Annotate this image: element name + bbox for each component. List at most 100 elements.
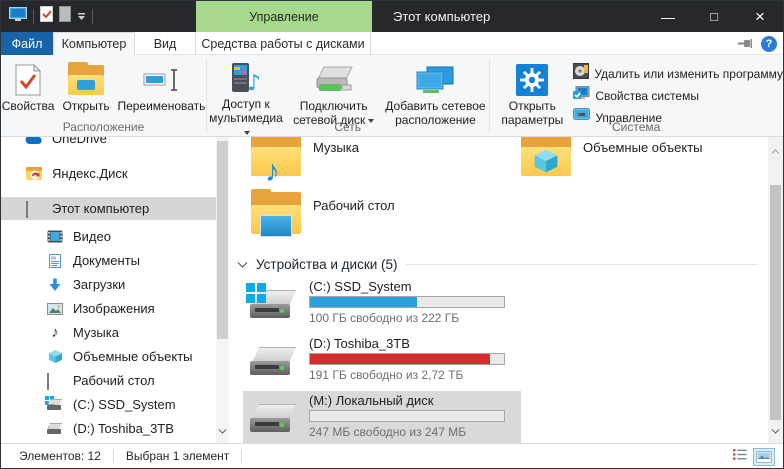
main-scrollbar[interactable] xyxy=(768,137,783,443)
chevron-down-icon[interactable] xyxy=(237,255,248,273)
group-label-location: Расположение xyxy=(1,120,206,134)
sidebar-item-desktop[interactable]: Рабочий стол xyxy=(1,369,229,392)
window-title: Этот компьютер xyxy=(393,1,490,32)
properties-icon xyxy=(15,62,41,98)
folder-icon xyxy=(521,137,571,176)
status-bar: Элементов: 12 Выбран 1 элемент xyxy=(1,443,783,468)
pictures-icon xyxy=(46,303,64,315)
capacity-bar xyxy=(309,296,505,308)
scrollbar-thumb[interactable] xyxy=(217,141,228,339)
blank-document-icon[interactable] xyxy=(59,6,71,27)
yandex-disk-icon xyxy=(25,167,43,180)
uninstall-program-icon xyxy=(573,63,589,84)
capacity-bar xyxy=(309,353,505,365)
chevron-down-icon[interactable] xyxy=(771,421,780,439)
tab-file[interactable]: Файл xyxy=(1,32,53,55)
desktop-icon xyxy=(46,374,64,387)
sidebar-item-drive-d[interactable]: (D:) Toshiba_3TB xyxy=(1,417,229,440)
ribbon-group-location: Свойства Открыть Переименовать Расп xyxy=(1,55,206,136)
details-view-icon[interactable] xyxy=(733,448,747,466)
folder-tile-desktop[interactable]: Рабочий стол xyxy=(251,192,513,234)
maximize-button[interactable]: □ xyxy=(691,1,737,32)
drive-tile-m[interactable]: (M:) Локальный диск 247 МБ свободно из 2… xyxy=(243,391,521,443)
titlebar: Управление Этот компьютер — □ × xyxy=(1,1,783,32)
drive-tile-d[interactable]: (D:) Toshiba_3TB 191 ГБ свободно из 2,72… xyxy=(243,334,521,388)
videos-icon xyxy=(46,230,64,243)
close-button[interactable]: × xyxy=(737,1,783,32)
tab-view[interactable]: Вид xyxy=(135,32,195,55)
group-label-network: Сеть xyxy=(207,120,489,134)
music-icon: ♪ xyxy=(46,326,64,339)
media-access-icon: ♪ xyxy=(230,62,262,96)
file-list-pane: ♪ Музыка Объемные объекты Рабочий с xyxy=(229,137,783,443)
divider xyxy=(92,9,93,24)
folder-tile-3d-objects[interactable]: Объемные объекты xyxy=(521,137,783,176)
sidebar-item-music[interactable]: ♪ Музыка xyxy=(1,321,229,344)
explorer-window: Управление Этот компьютер — □ × Файл Ком… xyxy=(0,0,784,469)
divider xyxy=(241,449,242,463)
sidebar-item-onedrive[interactable]: OneDrive xyxy=(1,137,229,150)
ribbon-tabs: Файл Компьютер Вид Средства работы с дис… xyxy=(1,32,783,55)
divider xyxy=(406,264,757,265)
hard-drive-icon xyxy=(249,401,299,439)
svg-text:♪: ♪ xyxy=(247,71,261,96)
sidebar-item-3d-objects[interactable]: Объемные объекты xyxy=(1,345,229,368)
hard-drive-icon xyxy=(46,423,64,435)
music-note-icon: ♪ xyxy=(265,165,280,178)
sidebar-item-downloads[interactable]: Загрузки xyxy=(1,273,229,296)
rename-icon xyxy=(143,62,179,98)
qat-customize-arrow-icon[interactable] xyxy=(77,8,86,26)
ribbon: Свойства Открыть Переименовать Расп xyxy=(1,55,783,137)
sidebar-scrollbar[interactable] xyxy=(216,137,229,443)
minimize-button[interactable]: — xyxy=(645,1,691,32)
ribbon-group-system: Открыть параметры Удалить или изменить п… xyxy=(489,55,783,136)
pin-ribbon-icon[interactable] xyxy=(738,35,753,53)
help-icon[interactable]: ? xyxy=(761,36,777,52)
sidebar-item-pictures[interactable]: Изображения xyxy=(1,297,229,320)
capacity-bar xyxy=(309,410,505,422)
folder-icon xyxy=(251,192,301,234)
items-count: Элементов: 12 xyxy=(19,449,101,463)
sidebar-item-this-pc[interactable]: Этот компьютер xyxy=(1,197,229,220)
settings-gear-icon xyxy=(516,62,548,98)
chevron-up-icon[interactable] xyxy=(771,141,780,159)
properties-check-icon[interactable] xyxy=(40,6,53,27)
selection-count: Выбран 1 элемент xyxy=(126,449,229,463)
sidebar-item-drive-c[interactable]: (C:) SSD_System xyxy=(1,393,229,416)
navigation-pane: OneDrive Яндекс.Диск Этот компьютер xyxy=(1,137,229,443)
onedrive-cloud-icon xyxy=(25,137,43,145)
computer-icon[interactable] xyxy=(9,7,27,27)
tab-disk-tools[interactable]: Средства работы с дисками xyxy=(195,32,371,55)
cube-icon xyxy=(533,147,559,180)
chevron-down-icon[interactable] xyxy=(218,421,227,439)
windows-logo-icon xyxy=(246,283,267,304)
system-properties-button[interactable]: Свойства системы xyxy=(573,86,783,105)
tab-computer[interactable]: Компьютер xyxy=(53,32,135,55)
hard-drive-icon xyxy=(249,344,299,382)
add-network-location-icon xyxy=(415,62,455,98)
ribbon-group-network: ♪ Доступ к мультимедиа Подключить сетево… xyxy=(207,55,489,136)
scrollbar-thumb[interactable] xyxy=(770,185,781,420)
folder-tile-music[interactable]: ♪ Музыка xyxy=(251,137,513,176)
system-properties-icon xyxy=(573,86,590,106)
downloads-icon xyxy=(46,278,64,292)
folder-icon: ♪ xyxy=(251,137,301,176)
system-drive-icon xyxy=(46,399,64,411)
devices-and-drives-section[interactable]: Устройства и диски (5) xyxy=(237,255,757,273)
open-folder-icon xyxy=(68,62,104,98)
sidebar-item-documents[interactable]: Документы xyxy=(1,249,229,272)
uninstall-program-button[interactable]: Удалить или изменить программу xyxy=(573,64,783,83)
sidebar-item-videos[interactable]: Видео xyxy=(1,225,229,248)
divider xyxy=(33,9,34,24)
hard-drive-icon xyxy=(249,287,299,325)
group-label-system: Система xyxy=(489,120,783,134)
quick-access-toolbar xyxy=(1,6,93,27)
documents-icon xyxy=(46,254,64,268)
this-pc-icon xyxy=(25,202,43,215)
drive-tile-c[interactable]: (C:) SSD_System 100 ГБ свободно из 222 Г… xyxy=(243,277,521,331)
3d-objects-icon xyxy=(46,349,64,364)
contextual-tab-header[interactable]: Управление xyxy=(196,1,372,32)
sidebar-item-yandex-disk[interactable]: Яндекс.Диск xyxy=(1,162,229,185)
monitor-icon xyxy=(260,215,292,237)
thumbnails-view-icon[interactable] xyxy=(753,448,775,466)
